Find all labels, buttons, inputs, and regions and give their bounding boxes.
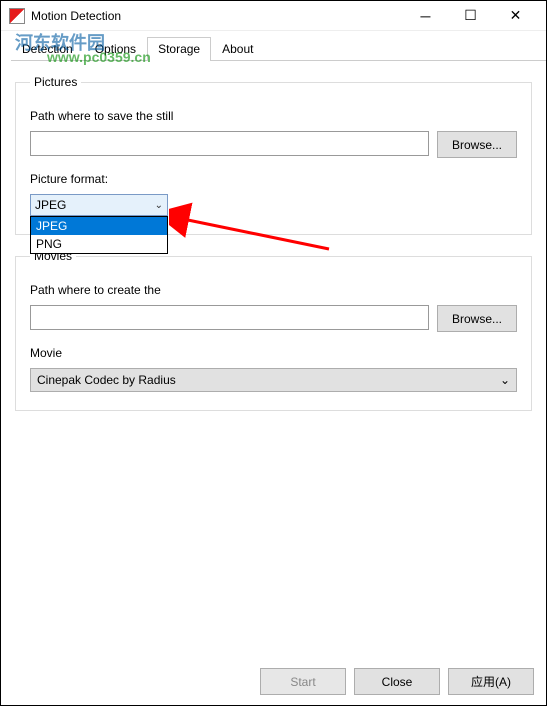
pictures-legend: Pictures [30, 75, 81, 89]
window-controls: ─ ☐ ✕ [403, 2, 538, 30]
pictures-group: Pictures Path where to save the still Br… [15, 75, 532, 235]
tab-options[interactable]: Options [84, 37, 147, 61]
movie-path-label: Path where to create the [30, 283, 517, 297]
app-icon [9, 8, 25, 24]
picture-format-combobox[interactable]: JPEG ⌄ [30, 194, 168, 216]
format-option-jpeg[interactable]: JPEG [31, 217, 167, 235]
maximize-button[interactable]: ☐ [448, 2, 493, 30]
still-path-label: Path where to save the still [30, 109, 517, 123]
chevron-down-icon: ⌄ [155, 200, 163, 211]
picture-format-label: Picture format: [30, 172, 517, 186]
window-title: Motion Detection [31, 9, 403, 23]
movie-path-input[interactable] [30, 305, 429, 330]
movie-codec-select[interactable]: Cinepak Codec by Radius ⌄ [30, 368, 517, 392]
picture-format-selected: JPEG [35, 198, 66, 212]
chevron-down-icon: ⌄ [500, 373, 510, 387]
tab-bar: Detection Options Storage About [11, 37, 546, 61]
close-button[interactable]: Close [354, 668, 440, 695]
tab-storage[interactable]: Storage [147, 37, 211, 61]
movie-codec-label: Movie [30, 346, 517, 360]
content-area: Pictures Path where to save the still Br… [1, 61, 546, 439]
apply-button[interactable]: 应用(A) [448, 668, 534, 695]
start-button: Start [260, 668, 346, 695]
picture-format-dropdown: JPEG PNG [30, 216, 168, 254]
titlebar: Motion Detection ─ ☐ ✕ [1, 1, 546, 31]
movies-group: Movies Path where to create the Browse..… [15, 249, 532, 411]
browse-still-button[interactable]: Browse... [437, 131, 517, 158]
movie-codec-value: Cinepak Codec by Radius [37, 373, 176, 387]
still-path-input[interactable] [30, 131, 429, 156]
dialog-buttons: Start Close 应用(A) [260, 668, 534, 695]
tab-about[interactable]: About [211, 37, 264, 61]
browse-movie-button[interactable]: Browse... [437, 305, 517, 332]
format-option-png[interactable]: PNG [31, 235, 167, 253]
minimize-button[interactable]: ─ [403, 2, 448, 30]
tab-detection[interactable]: Detection [11, 37, 84, 61]
close-window-button[interactable]: ✕ [493, 2, 538, 30]
